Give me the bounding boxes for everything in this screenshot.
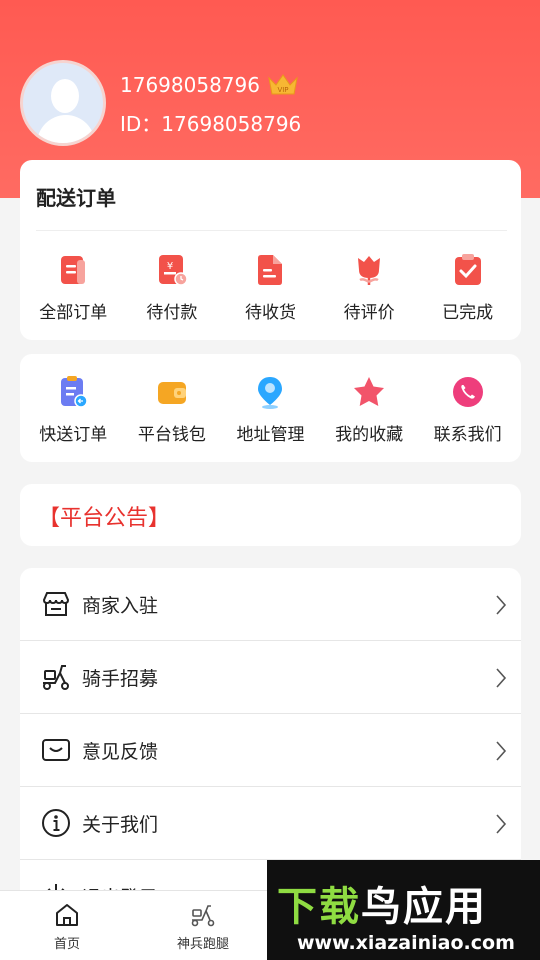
notice-title: 【平台公告】 (38, 506, 171, 531)
avatar-head-shape (51, 79, 79, 113)
chevron-right-icon (496, 595, 507, 615)
platform-notice-card[interactable]: 【平台公告】 (20, 484, 521, 546)
service-address[interactable]: 地址管理 (225, 374, 315, 445)
tab-errand-label: 神兵跑腿 (176, 937, 229, 952)
menu-item-merchant-join[interactable]: 商家入驻 (20, 568, 521, 641)
service-address-label: 地址管理 (236, 425, 305, 445)
vip-badge-text: VIP (277, 86, 288, 94)
profile-section[interactable]: 17698058796 VIP ID：17698058796 (20, 60, 301, 146)
menu-item-about[interactable]: 关于我们 (20, 787, 521, 860)
settings-menu: 商家入驻 骑手招募 意见反馈 关于我们 (20, 568, 521, 898)
svg-text:¥: ¥ (167, 261, 173, 272)
watermark-title-part2: 鸟 (361, 884, 403, 930)
delivery-orders-card: 配送订单 全部订单 ¥ 待付款 待收货 待评价 已完成 (20, 160, 521, 340)
review-pending-icon (358, 256, 381, 285)
watermark-url: www.xiazainiao.com (297, 932, 515, 954)
scooter-icon (43, 665, 69, 690)
service-wallet-label: 平台钱包 (137, 425, 206, 445)
vip-crown-icon: VIP (266, 72, 300, 98)
wallet-icon (157, 382, 186, 404)
location-icon (258, 377, 283, 409)
chevron-right-icon (496, 814, 507, 834)
profile-info: 17698058796 VIP ID：17698058796 (120, 70, 301, 137)
menu-item-label: 意见反馈 (82, 740, 159, 763)
tab-home-label: 首页 (53, 937, 80, 952)
menu-item-label: 关于我们 (82, 813, 159, 836)
order-completed[interactable]: 已完成 (423, 252, 513, 323)
menu-item-label: 骑手招募 (82, 667, 159, 690)
tab-home[interactable]: 首页 (22, 891, 112, 960)
order-pending-payment[interactable]: ¥ 待付款 (127, 252, 217, 323)
star-icon (354, 377, 385, 406)
feedback-icon (42, 739, 70, 761)
order-status-row: 全部订单 ¥ 待付款 待收货 待评价 已完成 (20, 252, 521, 323)
delivery-pending-icon (258, 255, 283, 285)
express-order-icon (61, 376, 89, 408)
order-pending-delivery[interactable]: 待收货 (225, 252, 315, 323)
menu-item-rider-recruit[interactable]: 骑手招募 (20, 641, 521, 714)
info-icon (42, 809, 70, 837)
divider (36, 230, 507, 231)
service-contact-label: 联系我们 (433, 425, 502, 445)
avatar-body-shape (37, 115, 95, 143)
avatar[interactable] (20, 60, 106, 146)
payment-pending-icon: ¥ (158, 255, 188, 286)
completed-icon (454, 254, 481, 285)
tab-errand[interactable]: 神兵跑腿 (158, 891, 248, 960)
menu-item-label: 商家入驻 (82, 594, 159, 617)
order-all[interactable]: 全部订单 (28, 252, 118, 323)
phone-row: 17698058796 VIP (120, 70, 301, 100)
watermark: 下载鸟应用 www.xiazainiao.com (267, 860, 540, 960)
watermark-title-part3: 应用 (403, 884, 487, 930)
user-id: ID：17698058796 (120, 111, 302, 136)
services-card: 快送订单 平台钱包 地址管理 我的收藏 联系我们 (20, 354, 521, 462)
order-pending-payment-label: 待付款 (146, 303, 198, 323)
service-favorites-label: 我的收藏 (335, 425, 404, 445)
services-row: 快送订单 平台钱包 地址管理 我的收藏 联系我们 (20, 374, 521, 445)
order-pending-review-label: 待评价 (343, 303, 395, 323)
order-pending-delivery-label: 待收货 (244, 303, 296, 323)
orders-title: 配送订单 (36, 186, 116, 210)
service-express-order[interactable]: 快送订单 (28, 374, 118, 445)
user-phone: 17698058796 (120, 72, 260, 97)
watermark-title-part1: 下载 (277, 884, 361, 930)
service-wallet[interactable]: 平台钱包 (127, 374, 217, 445)
service-express-order-label: 快送订单 (39, 425, 108, 445)
order-completed-label: 已完成 (442, 303, 494, 323)
store-icon (42, 592, 70, 616)
service-favorites[interactable]: 我的收藏 (324, 374, 414, 445)
order-list-icon (61, 256, 86, 284)
chevron-right-icon (496, 741, 507, 761)
order-all-label: 全部订单 (39, 303, 108, 323)
menu-item-feedback[interactable]: 意见反馈 (20, 714, 521, 787)
order-pending-review[interactable]: 待评价 (324, 252, 414, 323)
watermark-title: 下载鸟应用 (277, 874, 487, 932)
scooter-icon (191, 905, 215, 927)
service-contact[interactable]: 联系我们 (423, 374, 513, 445)
phone-icon (452, 377, 483, 407)
chevron-right-icon (496, 668, 507, 688)
home-icon (56, 904, 78, 926)
